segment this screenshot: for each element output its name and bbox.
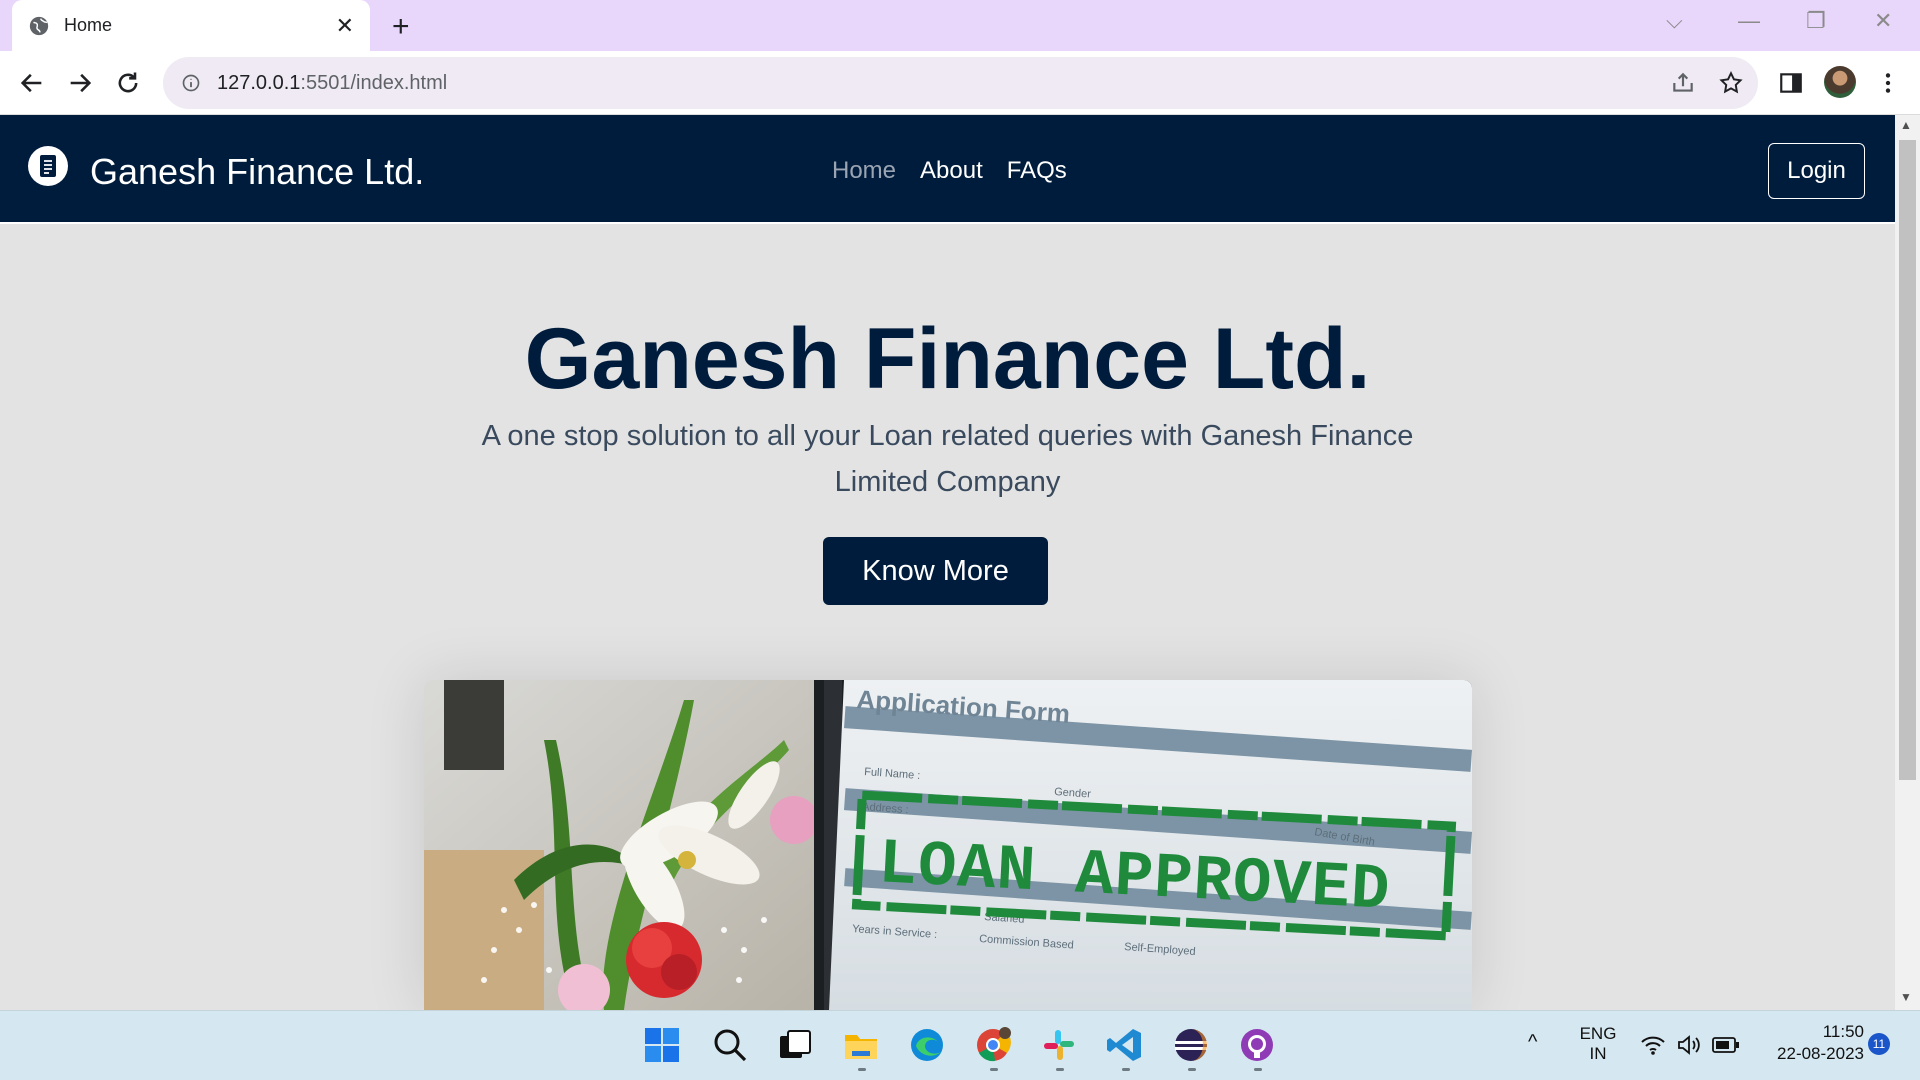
taskbar-running-indicator xyxy=(1122,1068,1130,1071)
nav-link-faqs[interactable]: FAQs xyxy=(1007,157,1067,185)
page-viewport: Ganesh Finance Ltd. Home About FAQs Logi… xyxy=(0,115,1895,1010)
scroll-up-arrow-icon[interactable]: ▲ xyxy=(1900,118,1912,132)
share-icon[interactable] xyxy=(1670,70,1696,96)
loan-approved-image: Application Form Full Name : Address : G… xyxy=(424,680,1472,1010)
back-arrow-icon[interactable] xyxy=(18,69,46,97)
reload-icon[interactable] xyxy=(114,69,142,97)
volume-icon[interactable] xyxy=(1676,1034,1702,1056)
hero-title: Ganesh Finance Ltd. xyxy=(524,311,1371,407)
chrome-icon[interactable] xyxy=(974,1026,1012,1064)
clock[interactable]: 11:50 22-08-2023 xyxy=(1752,1022,1864,1064)
notification-badge[interactable]: 11 xyxy=(1868,1033,1890,1055)
task-view-icon[interactable] xyxy=(776,1026,814,1064)
windows-start-icon[interactable] xyxy=(643,1026,681,1064)
taskbar-running-indicator xyxy=(1188,1068,1196,1071)
clock-time: 11:50 xyxy=(1822,1022,1864,1041)
know-more-button[interactable]: Know More xyxy=(823,537,1048,605)
tab-title: Home xyxy=(64,15,113,35)
address-bar[interactable]: 127.0.0.1:5501/index.html xyxy=(163,57,1758,109)
nav-links: Home About FAQs xyxy=(832,157,1067,185)
nav-link-home[interactable]: Home xyxy=(832,157,896,185)
clock-date: 22-08-2023 xyxy=(1777,1044,1864,1063)
site-navbar: Ganesh Finance Ltd. Home About FAQs Logi… xyxy=(0,115,1895,224)
tab-search-chevron-icon[interactable]: ⌵ xyxy=(1666,8,1683,34)
slack-icon[interactable] xyxy=(1040,1026,1078,1064)
minimize-icon[interactable]: — xyxy=(1738,8,1760,34)
forward-arrow-icon[interactable] xyxy=(66,69,94,97)
browser-tab-bar: Home ✕ + ⌵ — ❐ ✕ xyxy=(0,0,1920,51)
restore-icon[interactable]: ❐ xyxy=(1806,8,1826,34)
taskbar-running-indicator xyxy=(1056,1068,1064,1071)
windows-taskbar xyxy=(0,1010,1920,1080)
info-icon[interactable] xyxy=(181,73,201,93)
show-hidden-icons-chevron-icon[interactable]: ^ xyxy=(1528,1031,1537,1054)
url-text: 127.0.0.1:5501/index.html xyxy=(217,71,448,94)
menu-kebab-icon[interactable] xyxy=(1875,70,1901,96)
login-button[interactable]: Login xyxy=(1768,143,1865,199)
file-explorer-icon[interactable] xyxy=(842,1026,880,1064)
battery-icon[interactable] xyxy=(1712,1036,1740,1054)
document-icon xyxy=(28,146,68,186)
scrollbar-thumb[interactable] xyxy=(1899,140,1916,780)
globe-icon xyxy=(29,16,49,35)
edge-browser-icon[interactable] xyxy=(908,1026,946,1064)
bookmark-star-icon[interactable] xyxy=(1718,70,1744,96)
hero-subtitle: A one stop solution to all your Loan rel… xyxy=(481,420,1414,498)
vscode-icon[interactable] xyxy=(1106,1026,1144,1064)
nav-link-about[interactable]: About xyxy=(920,157,983,185)
side-panel-icon[interactable] xyxy=(1778,70,1804,96)
github-desktop-icon[interactable] xyxy=(1238,1026,1276,1064)
wifi-icon[interactable] xyxy=(1640,1034,1666,1056)
search-icon[interactable] xyxy=(711,1026,749,1064)
scroll-down-arrow-icon[interactable]: ▼ xyxy=(1900,990,1912,1004)
profile-avatar[interactable] xyxy=(1824,66,1856,98)
browser-tab[interactable]: Home ✕ xyxy=(12,0,370,51)
taskbar-running-indicator xyxy=(990,1068,998,1071)
taskbar-running-indicator xyxy=(858,1068,866,1071)
eclipse-icon[interactable] xyxy=(1172,1026,1210,1064)
close-window-icon[interactable]: ✕ xyxy=(1874,8,1892,34)
new-tab-icon[interactable]: + xyxy=(392,10,410,44)
brand-name[interactable]: Ganesh Finance Ltd. xyxy=(90,151,424,193)
close-tab-icon[interactable]: ✕ xyxy=(336,13,354,39)
language-indicator[interactable]: ENG IN xyxy=(1572,1024,1624,1064)
taskbar-running-indicator xyxy=(1254,1068,1262,1071)
